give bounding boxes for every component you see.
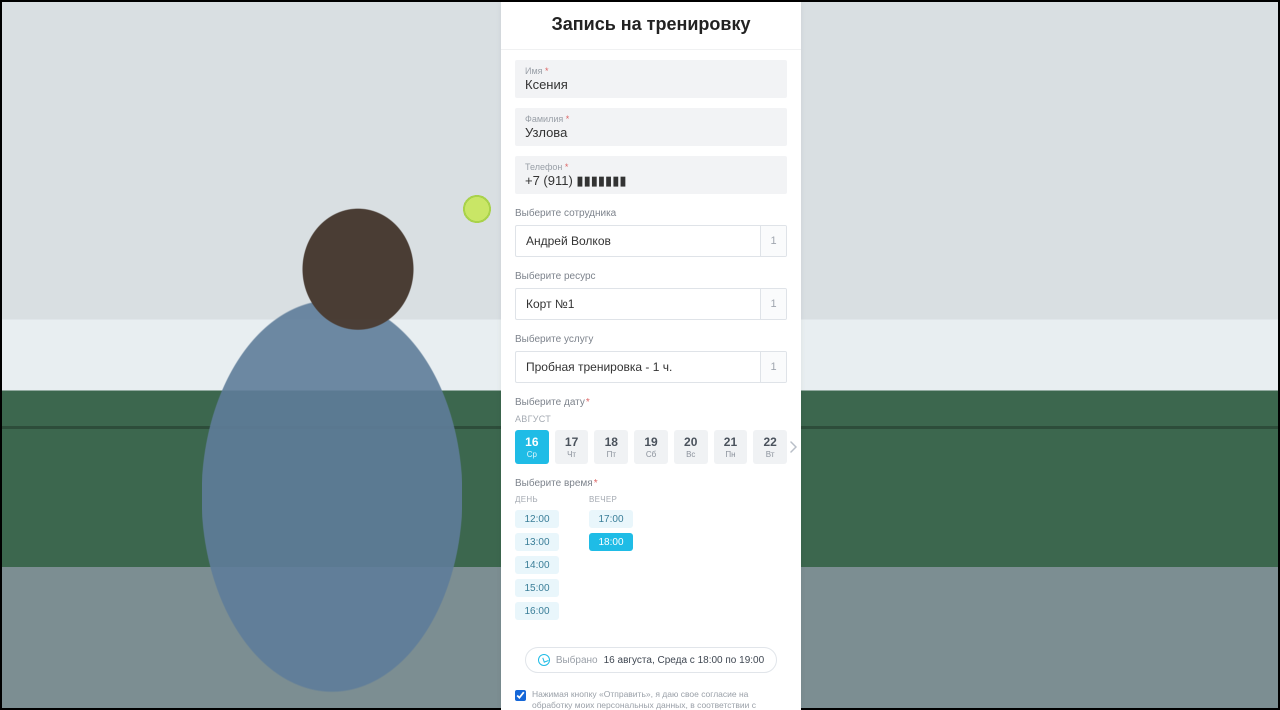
date-number: 22 [763,436,776,448]
firstname-input[interactable] [525,76,777,92]
summary-text: 16 августа, Среда с 18:00 по 19:00 [604,655,765,666]
clock-icon [538,654,550,666]
date-cell[interactable]: 16 Ср [515,430,549,464]
date-cell[interactable]: 20 Вс [674,430,708,464]
date-weekday: Вт [766,450,775,459]
phone-label: Телефон [525,162,562,172]
service-select[interactable]: Пробная тренировка - 1 ч. 1 [515,351,787,383]
date-picker: 16 Ср 17 Чт 18 Пт 19 Сб 20 Вс 21 Пн 22 Вт [515,430,787,464]
date-number: 17 [565,436,578,448]
consent-checkbox[interactable] [515,690,526,701]
booking-form: Запись на тренировку Имя * Фамилия * Тел… [501,2,801,710]
date-number: 18 [605,436,618,448]
resource-count: 1 [760,289,786,319]
form-title: Запись на тренировку [501,2,801,50]
consent-row: Нажимая кнопку «Отправить», я даю свое с… [515,689,787,710]
date-number: 21 [724,436,737,448]
time-slot[interactable]: 14:00 [515,556,559,574]
time-column-header: ВЕЧЕР [589,495,633,504]
lastname-label: Фамилия [525,114,563,124]
time-column: ВЕЧЕР 17:00 18:00 [589,495,633,625]
time-column: ДЕНЬ 12:00 13:00 14:00 15:00 16:00 [515,495,559,625]
employee-count: 1 [760,226,786,256]
selection-summary: Выбрано 16 августа, Среда с 18:00 по 19:… [525,647,777,673]
lastname-input[interactable] [525,124,777,140]
time-slot[interactable]: 17:00 [589,510,633,528]
background-decoration [202,172,462,710]
resource-label: Выберите ресурс [515,271,787,282]
time-label: Выберите время [515,478,787,489]
date-month: АВГУСТ [515,414,787,424]
date-label: Выберите дату [515,397,787,408]
resource-select[interactable]: Корт №1 1 [515,288,787,320]
time-slot[interactable]: 13:00 [515,533,559,551]
date-cell[interactable]: 19 Сб [634,430,668,464]
time-slot[interactable]: 15:00 [515,579,559,597]
date-weekday: Чт [567,450,576,459]
consent-text: Нажимая кнопку «Отправить», я даю свое с… [532,689,787,710]
date-next-icon[interactable] [787,430,799,464]
firstname-field[interactable]: Имя * [515,60,787,98]
time-picker: ДЕНЬ 12:00 13:00 14:00 15:00 16:00 ВЕЧЕР 17:00 1… [515,495,787,625]
employee-value: Андрей Волков [516,226,760,256]
date-number: 20 [684,436,697,448]
date-weekday: Пн [725,450,735,459]
time-column-header: ДЕНЬ [515,495,559,504]
firstname-label: Имя [525,66,543,76]
phone-field[interactable]: Телефон * [515,156,787,194]
resource-value: Корт №1 [516,289,760,319]
date-number: 16 [525,436,538,448]
date-number: 19 [644,436,657,448]
date-cell[interactable]: 21 Пн [714,430,748,464]
employee-select[interactable]: Андрей Волков 1 [515,225,787,257]
date-weekday: Вс [686,450,695,459]
phone-input[interactable] [525,172,777,188]
date-cell[interactable]: 18 Пт [594,430,628,464]
date-weekday: Ср [527,450,537,459]
time-slot[interactable]: 12:00 [515,510,559,528]
summary-prefix: Выбрано [556,655,598,666]
service-count: 1 [760,352,786,382]
service-value: Пробная тренировка - 1 ч. [516,352,760,382]
time-slot[interactable]: 18:00 [589,533,633,551]
lastname-field[interactable]: Фамилия * [515,108,787,146]
employee-label: Выберите сотрудника [515,208,787,219]
date-weekday: Сб [646,450,656,459]
time-slot[interactable]: 16:00 [515,602,559,620]
date-cell[interactable]: 22 Вт [753,430,787,464]
date-cell[interactable]: 17 Чт [555,430,589,464]
date-weekday: Пт [607,450,616,459]
service-label: Выберите услугу [515,334,787,345]
